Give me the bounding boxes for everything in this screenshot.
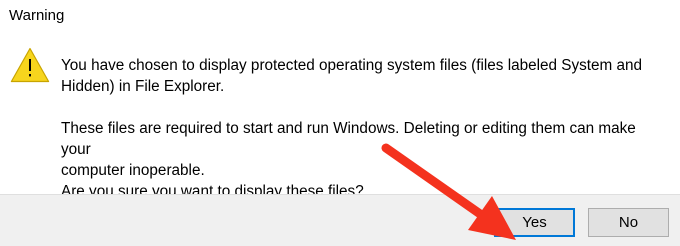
yes-button[interactable]: Yes bbox=[494, 208, 575, 237]
message-line: You have chosen to display protected ope… bbox=[61, 57, 643, 74]
dialog-message: You have chosen to display protected ope… bbox=[61, 55, 661, 202]
message-line: computer inoperable. bbox=[61, 162, 205, 179]
warning-icon bbox=[10, 47, 50, 83]
no-button[interactable]: No bbox=[588, 208, 669, 237]
button-bar bbox=[0, 194, 680, 246]
dialog-title: Warning bbox=[9, 7, 65, 24]
message-line: Hidden) in File Explorer. bbox=[61, 78, 225, 95]
warning-dialog: Warning You have chosen to display prote… bbox=[0, 0, 680, 246]
message-line: These files are required to start and ru… bbox=[61, 120, 636, 158]
